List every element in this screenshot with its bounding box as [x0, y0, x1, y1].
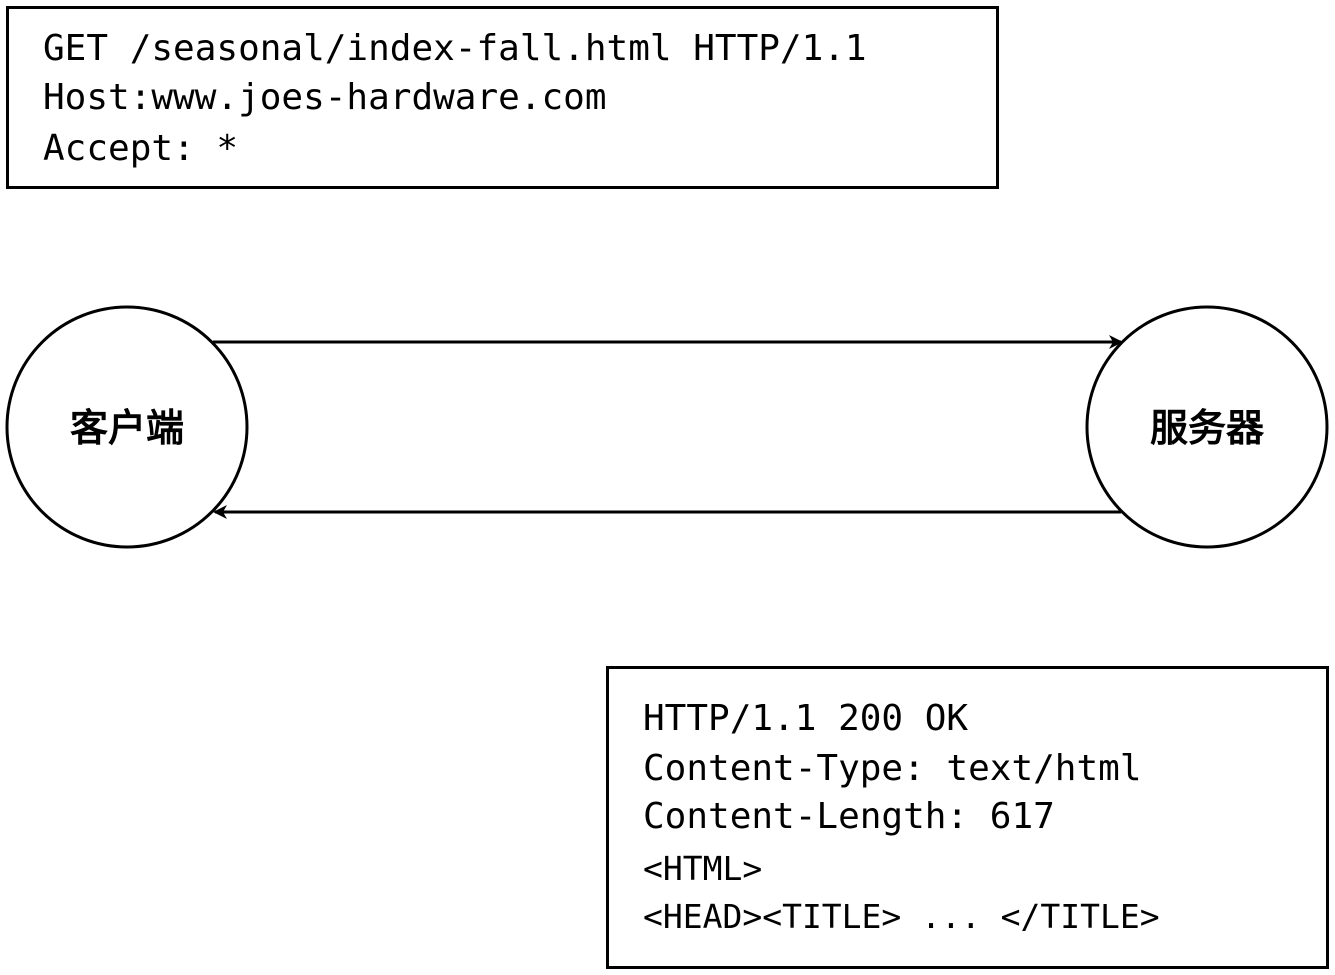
- response-body-html-tag: <HTML>: [643, 849, 763, 888]
- response-body-head-title: <HEAD><TITLE> ... </TITLE>: [643, 897, 1160, 936]
- response-message-box: HTTP/1.1 200 OK Content-Type: text/html …: [606, 666, 1329, 969]
- client-label: 客户端: [70, 406, 184, 450]
- server-label: 服务器: [1150, 406, 1265, 450]
- response-content-length-header: Content-Length: 617: [643, 796, 1055, 837]
- response-status-line: HTTP/1.1 200 OK: [643, 698, 969, 739]
- response-content-type-header: Content-Type: text/html: [643, 748, 1142, 789]
